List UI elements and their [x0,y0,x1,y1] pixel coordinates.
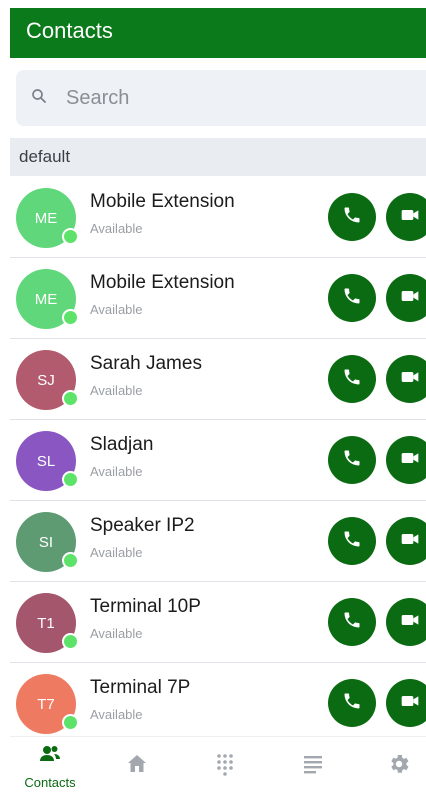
phone-icon [342,367,362,392]
search-icon [30,87,48,110]
contact-list: ME Mobile Extension Available ME Mobile … [10,177,426,744]
phone-icon [342,529,362,554]
nav-list[interactable] [280,737,346,795]
contact-row[interactable]: SJ Sarah James Available [10,339,426,420]
call-button[interactable] [328,274,376,322]
contact-row[interactable]: T1 Terminal 10P Available [10,582,426,663]
presence-indicator [62,309,79,326]
contact-row[interactable]: ME Mobile Extension Available [10,258,426,339]
video-camera-icon [400,529,420,554]
group-label: default [19,147,71,166]
call-button[interactable] [328,193,376,241]
contact-status: Available [90,464,143,479]
presence-indicator [62,633,79,650]
presence-indicator [62,714,79,731]
phone-icon [342,448,362,473]
contact-status: Available [90,221,143,236]
call-button[interactable] [328,679,376,727]
contact-status: Available [90,707,143,722]
settings-icon [387,752,411,781]
nav-dialpad[interactable] [192,737,258,795]
bottom-nav: Contacts [10,736,426,795]
list-icon [301,752,325,781]
contact-row[interactable]: ME Mobile Extension Available [10,177,426,258]
video-camera-icon [400,367,420,392]
contact-name: Mobile Extension [90,272,235,293]
contact-status: Available [90,302,143,317]
contact-name: Terminal 7P [90,677,191,698]
presence-indicator [62,390,79,407]
contact-row[interactable]: T7 Terminal 7P Available [10,663,426,744]
phone-icon [342,205,362,230]
contact-name: Sarah James [90,353,202,374]
contacts-screen: Contacts Search default ME Mobile Extens… [0,0,426,795]
phone-icon [342,610,362,635]
video-camera-icon [400,691,420,716]
contact-status: Available [90,626,143,641]
contacts-icon [38,742,62,771]
contact-status: Available [90,545,143,560]
video-call-button[interactable] [386,193,426,241]
phone-icon [342,286,362,311]
dialpad-icon [213,752,237,781]
video-call-button[interactable] [386,355,426,403]
group-header: default [10,138,426,176]
contact-name: Speaker IP2 [90,515,195,536]
call-button[interactable] [328,436,376,484]
presence-indicator [62,471,79,488]
video-camera-icon [400,610,420,635]
contact-row[interactable]: SI Speaker IP2 Available [10,501,426,582]
contact-name: Sladjan [90,434,154,455]
video-camera-icon [400,286,420,311]
contact-status: Available [90,383,143,398]
app-header: Contacts [10,8,426,58]
search-placeholder: Search [66,86,130,109]
video-camera-icon [400,205,420,230]
video-camera-icon [400,448,420,473]
presence-indicator [62,552,79,569]
video-call-button[interactable] [386,436,426,484]
phone-icon [342,691,362,716]
video-call-button[interactable] [386,517,426,565]
contact-row[interactable]: SL Sladjan Available [10,420,426,501]
home-icon [125,752,149,781]
nav-contacts[interactable]: Contacts [10,737,90,795]
contact-name: Mobile Extension [90,191,235,212]
call-button[interactable] [328,517,376,565]
nav-settings[interactable] [366,737,426,795]
search-input[interactable]: Search [16,70,426,126]
video-call-button[interactable] [386,679,426,727]
call-button[interactable] [328,355,376,403]
contact-name: Terminal 10P [90,596,201,617]
page-title: Contacts [26,18,113,43]
video-call-button[interactable] [386,598,426,646]
presence-indicator [62,228,79,245]
nav-home[interactable] [104,737,170,795]
call-button[interactable] [328,598,376,646]
video-call-button[interactable] [386,274,426,322]
nav-contacts-label: Contacts [24,775,76,790]
